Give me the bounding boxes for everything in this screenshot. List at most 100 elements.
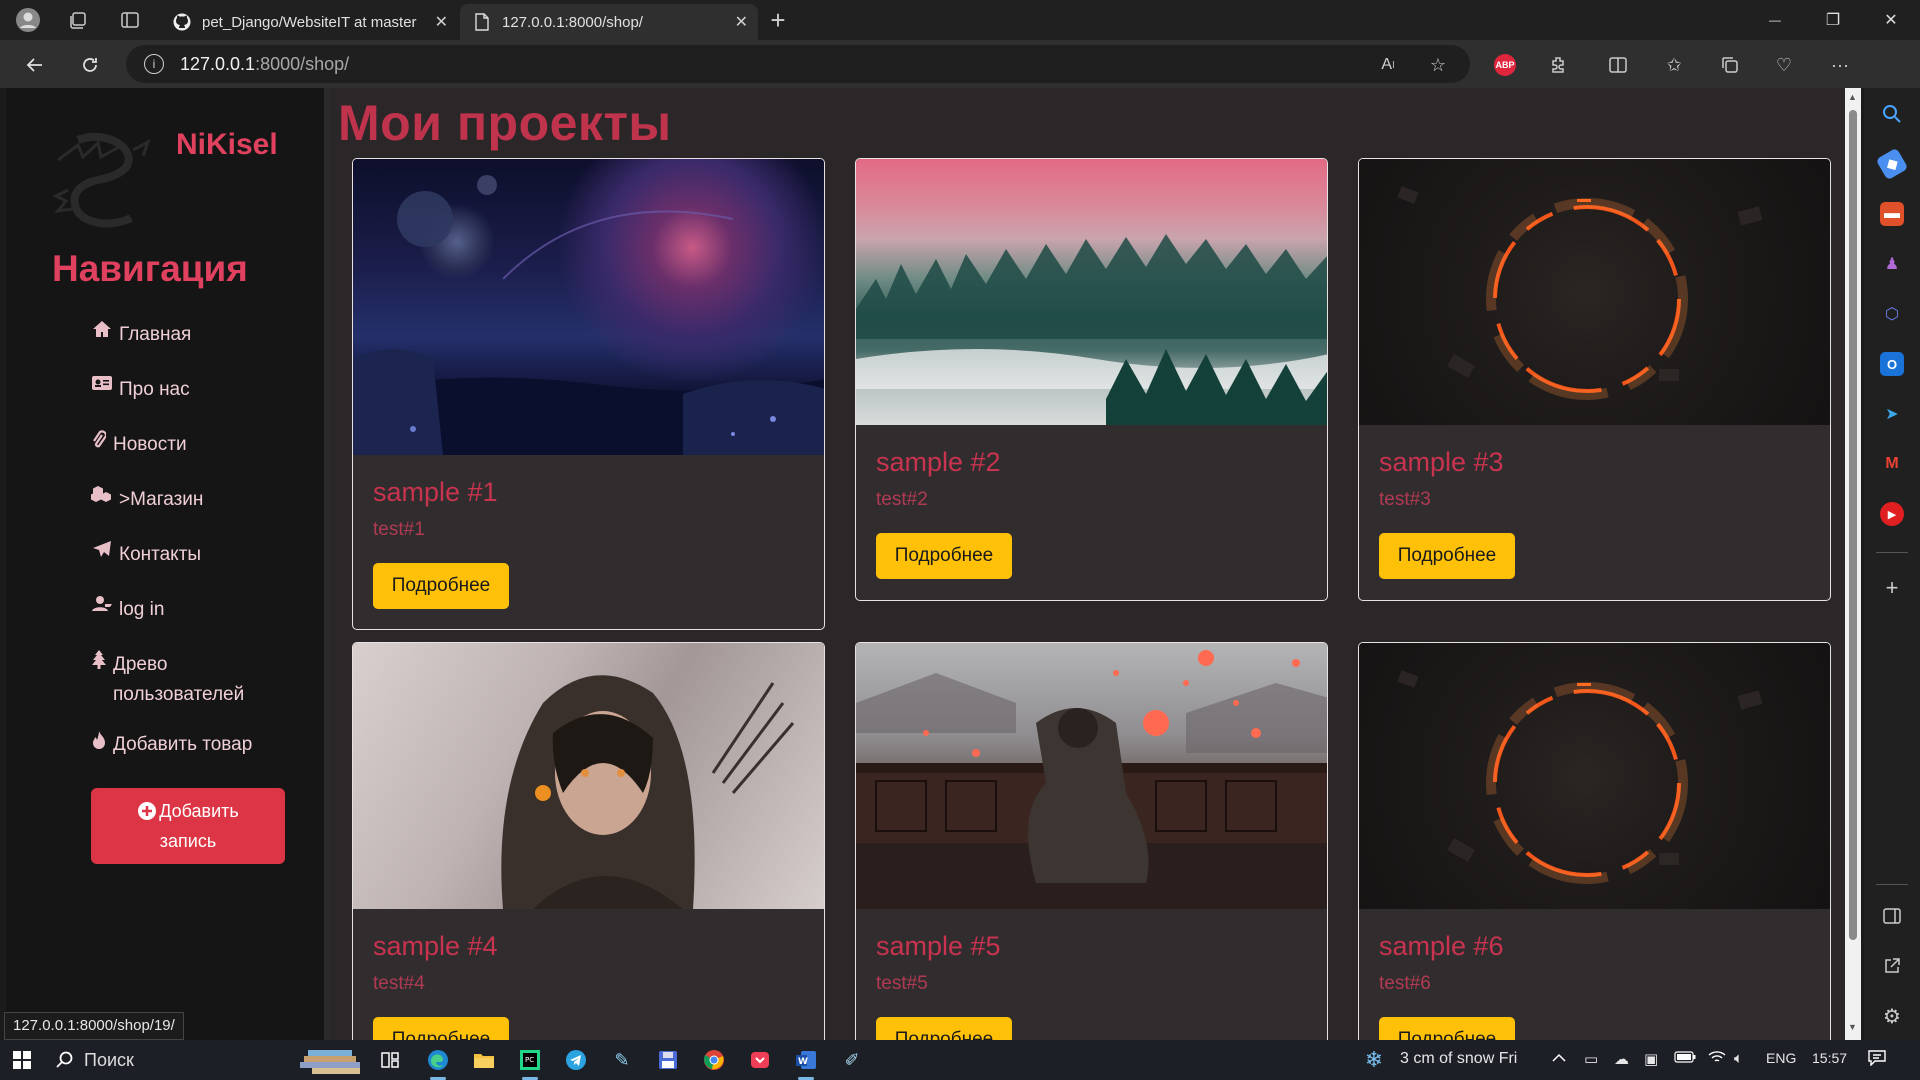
nav-link-about[interactable]: Про нас [91, 375, 311, 405]
workspaces-icon[interactable] [64, 6, 92, 34]
lanterns-balcony-image[interactable] [856, 643, 1327, 909]
nav-link-home[interactable]: Главная [91, 320, 311, 350]
edge-browser-icon[interactable] [424, 1046, 452, 1074]
favorite-star-icon[interactable]: ☆ [1424, 51, 1452, 79]
copilot-app-icon[interactable]: ⬡ [1880, 302, 1904, 326]
nav-link-shop[interactable]: >Магазин [91, 485, 311, 515]
word-icon[interactable]: W [792, 1046, 820, 1074]
clock-time[interactable]: 15:57 [1812, 1050, 1847, 1066]
details-button[interactable]: Подробнее [876, 533, 1012, 579]
books-widget-icon[interactable] [294, 1042, 368, 1078]
cloud-icon[interactable]: ☁ [1614, 1050, 1629, 1068]
gmail-icon[interactable]: M [1880, 452, 1904, 476]
close-icon[interactable]: ✕ [435, 12, 448, 32]
performance-icon[interactable]: ♡ [1770, 51, 1798, 79]
nav-link-news[interactable]: Новости [91, 430, 311, 460]
misty-forest-image[interactable] [856, 159, 1327, 425]
window-close-button[interactable]: ✕ [1868, 0, 1914, 40]
device-icon[interactable]: ▭ [1584, 1050, 1598, 1068]
tab-actions-icon[interactable] [116, 6, 144, 34]
card-title[interactable]: sample #3 [1379, 447, 1504, 478]
more-options-icon[interactable]: ··· [1826, 51, 1854, 79]
chrome-icon[interactable] [700, 1046, 728, 1074]
nav-link-login[interactable]: log in [91, 595, 311, 625]
windows-taskbar: Поиск PC ✎ W ✐ ❄ 3 cm of snow Fri ▭ ☁ ▣ [0, 1040, 1920, 1080]
read-aloud-icon[interactable]: Aⅼ [1374, 51, 1402, 79]
telegram-icon[interactable]: ➤ [1880, 402, 1904, 426]
battery-icon[interactable] [1674, 1050, 1696, 1067]
notifications-icon[interactable] [1868, 1050, 1886, 1070]
close-icon[interactable]: ✕ [735, 12, 748, 32]
profile-icon[interactable] [14, 6, 42, 34]
details-button[interactable]: Подробнее [373, 1017, 509, 1040]
outlook-icon[interactable]: O [1880, 352, 1904, 376]
sidebar-toggle-icon[interactable] [1880, 904, 1904, 928]
tab-shop[interactable]: 127.0.0.1:8000/shop/ ✕ [460, 4, 758, 40]
details-button[interactable]: Подробнее [1379, 533, 1515, 579]
back-icon[interactable] [20, 50, 50, 80]
product-card: sample #5 test#5 Подробнее [855, 642, 1328, 1040]
weather-text[interactable]: 3 cm of snow Fri [1400, 1050, 1517, 1068]
paperclip-icon [91, 430, 107, 450]
search-icon[interactable] [1880, 102, 1904, 126]
chevron-up-icon[interactable] [1552, 1050, 1566, 1067]
card-title[interactable]: sample #5 [876, 931, 1001, 962]
telegram-taskbar-icon[interactable] [562, 1046, 590, 1074]
games-icon[interactable]: ♟ [1880, 252, 1904, 276]
refresh-icon[interactable] [75, 50, 105, 80]
floppy-save-icon[interactable] [654, 1046, 682, 1074]
details-button[interactable]: Подробнее [1379, 1017, 1515, 1040]
scroll-up-arrow-icon[interactable]: ▲ [1848, 92, 1857, 102]
tab-github[interactable]: pet_Django/WebsiteIT at master ✕ [160, 4, 458, 40]
nav-link-user-tree[interactable]: Древо пользователей [91, 650, 311, 710]
page-scrollbar[interactable]: ▲ ▼ [1845, 88, 1861, 1040]
minimize-button[interactable]: — [1752, 0, 1798, 40]
monitor-icon[interactable]: ▣ [1644, 1050, 1658, 1068]
site-info-icon[interactable]: i [144, 54, 164, 74]
shopping-tag-icon[interactable]: ◆ [1875, 147, 1909, 181]
card-title[interactable]: sample #4 [373, 931, 498, 962]
sidebar-divider [1876, 552, 1908, 553]
pen-app-icon[interactable]: ✎ [608, 1046, 636, 1074]
tools-icon[interactable]: ▬ [1880, 202, 1904, 226]
details-button[interactable]: Подробнее [373, 563, 509, 609]
url-path: :8000/shop/ [255, 53, 350, 74]
pycharm-icon[interactable]: PC [516, 1046, 544, 1074]
file-explorer-icon[interactable] [470, 1046, 498, 1074]
volume-icon[interactable]: 🔈︎ [1734, 1050, 1743, 1067]
extensions-icon[interactable] [1544, 51, 1572, 79]
wifi-icon[interactable] [1708, 1050, 1726, 1068]
open-external-icon[interactable] [1880, 954, 1904, 978]
card-title[interactable]: sample #6 [1379, 931, 1504, 962]
youtube-music-icon[interactable]: ▶ [1880, 502, 1904, 526]
adblock-icon[interactable]: ABP [1494, 54, 1516, 76]
settings-gear-icon[interactable]: ⚙ [1880, 1004, 1904, 1028]
address-input[interactable]: i 127.0.0.1:8000/shop/ [126, 45, 1470, 83]
fire-ring-image[interactable] [1359, 643, 1830, 909]
add-icon[interactable]: + [1880, 575, 1904, 600]
nav-link-add-product[interactable]: Добавить товар [91, 730, 311, 760]
paint-icon[interactable]: ✐ [838, 1046, 866, 1074]
hooded-archer-image[interactable] [353, 643, 824, 909]
fire-ring-image[interactable] [1359, 159, 1830, 425]
split-screen-icon[interactable] [1604, 51, 1632, 79]
windows-start-icon[interactable] [8, 1046, 36, 1074]
maximize-button[interactable]: ❐ [1810, 0, 1856, 40]
details-button[interactable]: Подробнее [876, 1017, 1012, 1040]
space-planet-image[interactable] [353, 159, 824, 455]
favorites-icon[interactable]: ✩ [1660, 51, 1688, 79]
pocket-icon[interactable] [746, 1046, 774, 1074]
scrollbar-thumb[interactable] [1849, 110, 1857, 940]
add-post-button[interactable]: Добавить запись [91, 788, 285, 864]
task-view-icon[interactable] [376, 1046, 404, 1074]
language-indicator[interactable]: ENG [1766, 1050, 1796, 1066]
url-host: 127.0.0.1 [180, 53, 256, 74]
new-tab-button[interactable]: + [764, 5, 792, 35]
nav-link-contacts[interactable]: Контакты [91, 540, 311, 570]
card-title[interactable]: sample #1 [373, 477, 498, 508]
card-title[interactable]: sample #2 [876, 447, 1001, 478]
scroll-down-arrow-icon[interactable]: ▼ [1848, 1022, 1857, 1032]
collections-icon[interactable] [1716, 51, 1744, 79]
taskbar-search[interactable]: Поиск [46, 1044, 296, 1076]
site-brand[interactable]: NiKisel [176, 128, 278, 162]
